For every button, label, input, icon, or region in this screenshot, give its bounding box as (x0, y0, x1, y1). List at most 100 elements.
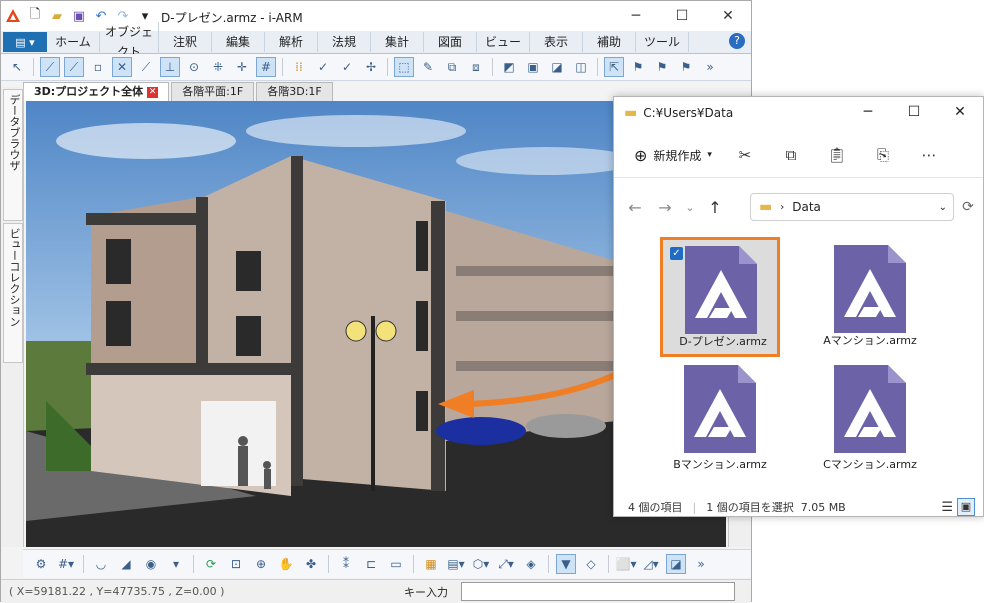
zoom-extents-icon[interactable]: ⊡ (226, 554, 246, 574)
menu-view[interactable]: ビュー (477, 32, 530, 52)
menu-aggregate[interactable]: 集計 (371, 32, 424, 52)
help-icon[interactable]: ? (729, 33, 745, 49)
menu-regulation[interactable]: 法規 (318, 32, 371, 52)
view-mode-icon[interactable]: ⚙ (31, 554, 51, 574)
region-1-icon[interactable]: ◩ (499, 57, 519, 77)
grid-display-icon[interactable]: #▾ (56, 554, 76, 574)
box-view-icon[interactable]: ⬜▾ (616, 554, 637, 574)
app-menu-button[interactable]: ▤ ▾ (3, 32, 47, 52)
new-file-icon[interactable]: 🗋 (27, 7, 43, 24)
details-view-icon[interactable]: ☰ (941, 500, 953, 515)
overflow-chevron-icon[interactable]: » (700, 57, 720, 77)
back-arrow-icon[interactable]: ← (620, 192, 650, 222)
close-button[interactable]: ✕ (705, 1, 751, 31)
more-icon[interactable]: ⋯ (916, 142, 942, 168)
nearest-snap-icon[interactable]: ⟋ (136, 57, 156, 77)
screen-icon[interactable]: ▭ (386, 554, 406, 574)
intersection-snap-icon[interactable]: ✕ (112, 57, 132, 77)
view-options-icon[interactable]: ▾ (166, 554, 186, 574)
new-button[interactable]: ⊕ 新規作成 ▾ (634, 146, 712, 165)
paint-icon[interactable]: ✎ (418, 57, 438, 77)
menu-tools[interactable]: ツール (636, 32, 689, 52)
region-4-icon[interactable]: ◫ (571, 57, 591, 77)
cross-snap-icon[interactable]: ✛ (232, 57, 252, 77)
region-3-icon[interactable]: ◪ (547, 57, 567, 77)
grid-snap-icon[interactable]: # (256, 57, 276, 77)
file-item[interactable]: ✓ D-プレゼン.armz (660, 237, 780, 357)
eye-closed-icon[interactable]: ◡ (91, 554, 111, 574)
open-folder-icon[interactable]: ▰ (49, 8, 65, 24)
key-input-field[interactable] (461, 582, 735, 601)
cut-icon[interactable]: ✂ (732, 142, 758, 168)
menu-drawing[interactable]: 図面 (424, 32, 477, 52)
filter-2-icon[interactable]: ⚑ (652, 57, 672, 77)
filter-1-icon[interactable]: ⚑ (628, 57, 648, 77)
shade-icon[interactable]: ▼ (556, 554, 576, 574)
object-display-icon[interactable]: ⬡▾ (471, 554, 491, 574)
file-item[interactable]: Bマンション.armz (660, 357, 780, 477)
tab-floor-3d[interactable]: 各階3D:1F (256, 82, 333, 101)
region-2-icon[interactable]: ▣ (523, 57, 543, 77)
layer-icon[interactable]: ▤▾ (446, 554, 466, 574)
recent-chevron-icon[interactable]: ⌄ (680, 192, 700, 222)
orbit-icon[interactable]: ✤ (301, 554, 321, 574)
copy-icon[interactable]: ⧉ (778, 142, 804, 168)
check-2-icon[interactable]: ✓ (337, 57, 357, 77)
contrast-icon[interactable]: ◢ (116, 554, 136, 574)
select-window-icon[interactable]: ⬚ (394, 57, 414, 77)
point-snap-icon[interactable]: ⁜ (208, 57, 228, 77)
address-bar[interactable]: ▬ › Data ⌄ (750, 193, 954, 221)
menu-annotation[interactable]: 注釈 (159, 32, 212, 52)
midpoint-snap-icon[interactable]: ⟋ (64, 57, 84, 77)
camera-icon[interactable]: ⊏ (361, 554, 381, 574)
tab-close-icon[interactable]: ✕ (147, 86, 159, 98)
check-1-icon[interactable]: ✓ (313, 57, 333, 77)
filter-3-icon[interactable]: ⚑ (676, 57, 696, 77)
large-icons-view-icon[interactable]: ▣ (957, 498, 975, 516)
copy-props-icon[interactable]: ⧉ (442, 57, 462, 77)
save-icon[interactable]: ▣ (71, 8, 87, 24)
side-tab-view-collection[interactable]: ビューコレクション (3, 223, 23, 363)
rename-icon[interactable]: ⎘ (870, 142, 896, 168)
explorer-maximize-button[interactable]: ☐ (891, 97, 937, 127)
select-snap-icon[interactable]: ↖ (7, 57, 27, 77)
walk-icon[interactable]: ⁑ (336, 554, 356, 574)
refresh-view-icon[interactable]: ⟳ (201, 554, 221, 574)
eye-icon[interactable]: ◉ (141, 554, 161, 574)
center-snap-icon[interactable]: ▫ (88, 57, 108, 77)
file-item[interactable]: Cマンション.armz (810, 357, 930, 477)
bottom-overflow-icon[interactable]: » (691, 554, 711, 574)
snap-settings-icon[interactable]: ✢ (361, 57, 381, 77)
clip-icon[interactable]: ◿▾ (641, 554, 661, 574)
maximize-button[interactable]: ☐ (659, 1, 705, 31)
tab-3d-project[interactable]: 3D:プロジェクト全体 ✕ (23, 82, 170, 101)
dot-grid-icon[interactable]: ⁞⁞ (289, 57, 309, 77)
render-toggle-icon[interactable]: ◪ (666, 554, 686, 574)
up-arrow-icon[interactable]: ↑ (700, 192, 730, 222)
menu-edit[interactable]: 編集 (212, 32, 265, 52)
endpoint-snap-icon[interactable]: ⟋ (40, 57, 60, 77)
minimize-button[interactable]: ─ (613, 1, 659, 31)
menu-home[interactable]: ホーム (47, 32, 100, 52)
hidden-line-icon[interactable]: ◇ (581, 554, 601, 574)
pointer-select-icon[interactable]: ⇱ (604, 57, 624, 77)
pan-hand-icon[interactable]: ✋ (276, 554, 296, 574)
material-icon[interactable]: ▦ (421, 554, 441, 574)
forward-arrow-icon[interactable]: → (650, 192, 680, 222)
paste-icon[interactable]: 📋︎ (824, 142, 850, 168)
menu-analysis[interactable]: 解析 (265, 32, 318, 52)
menu-assist[interactable]: 補助 (583, 32, 636, 52)
match-icon[interactable]: ⧈ (466, 57, 486, 77)
axis-icon[interactable]: ⤢▾ (496, 554, 516, 574)
file-item[interactable]: Aマンション.armz (810, 237, 930, 357)
section-icon[interactable]: ◈ (521, 554, 541, 574)
explorer-minimize-button[interactable]: ─ (845, 97, 891, 127)
address-dropdown-icon[interactable]: ⌄ (939, 202, 947, 213)
side-tab-data-browser[interactable]: データブラウザ (3, 89, 23, 221)
perpendicular-snap-icon[interactable]: ⊥ (160, 57, 180, 77)
zoom-icon[interactable]: ⊕ (251, 554, 271, 574)
explorer-close-button[interactable]: ✕ (937, 97, 983, 127)
menu-display[interactable]: 表示 (530, 32, 583, 52)
refresh-icon[interactable]: ⟳ (954, 193, 982, 221)
circle-snap-icon[interactable]: ⊙ (184, 57, 204, 77)
